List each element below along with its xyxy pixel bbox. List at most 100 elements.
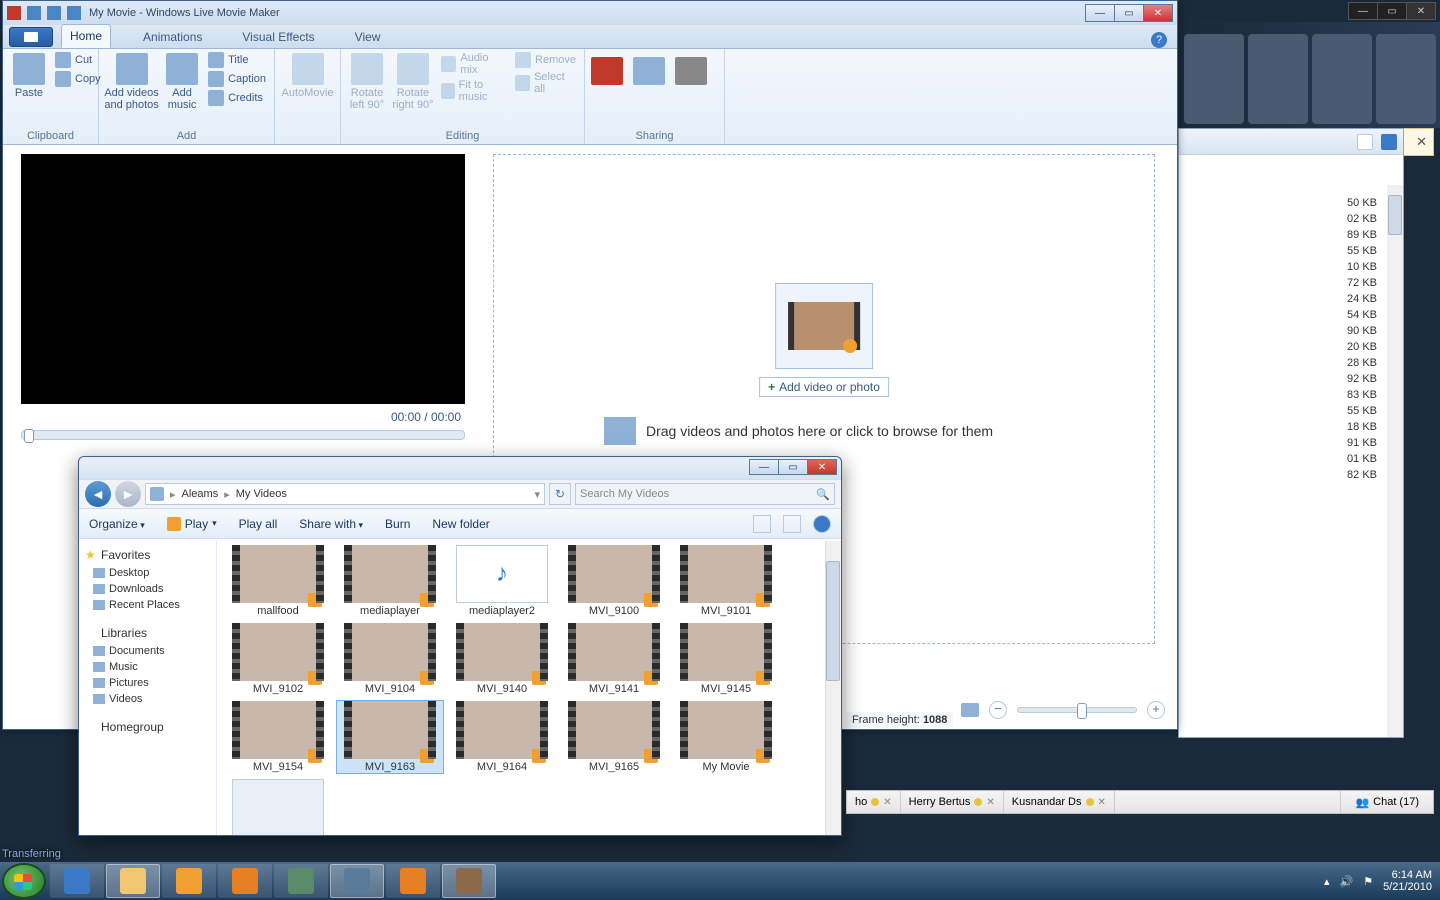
taskbar-explorer-button[interactable] (106, 864, 160, 898)
tab-visual-effects[interactable]: Visual Effects (234, 26, 322, 48)
chat-tab-close-icon[interactable]: ✕ (986, 797, 994, 808)
taskbar-vlc-button[interactable] (386, 864, 440, 898)
share-with-menu[interactable]: Share with (299, 517, 363, 531)
bg-file-row[interactable]: 01 KB (1179, 451, 1403, 467)
chat-panel-toggle[interactable]: 👥Chat (17) (1340, 791, 1433, 813)
chat-tab-close-icon[interactable]: ✕ (1098, 797, 1106, 808)
tray-flag-icon[interactable]: ⚑ (1363, 875, 1373, 888)
mm-help-button[interactable]: ? (1151, 32, 1167, 48)
bg-file-row[interactable]: 54 KB (1179, 307, 1403, 323)
add-caption-button[interactable]: Caption (206, 70, 268, 88)
mm-maximize-button[interactable]: ▭ (1114, 4, 1144, 22)
chat-tab-close-icon[interactable]: ✕ (883, 797, 891, 808)
sidebar-item-music[interactable]: Music (79, 659, 216, 675)
view-thumbnail-icon[interactable] (961, 703, 979, 717)
file-thumbnail[interactable]: MVI_9141 (561, 623, 667, 695)
burn-button[interactable]: Burn (385, 517, 410, 531)
sidebar-favorites-header[interactable]: Favorites (79, 545, 216, 565)
sidebar-item-videos[interactable]: Videos (79, 691, 216, 707)
file-thumbnail[interactable]: MVI_9102 (225, 623, 331, 695)
breadcrumb-item[interactable]: My Videos (236, 488, 287, 500)
preview-scrubber[interactable] (21, 430, 465, 440)
explorer-help-button[interactable] (813, 515, 831, 533)
search-input[interactable]: Search My Videos 🔍 (575, 483, 835, 505)
share-screen-icon[interactable] (633, 57, 665, 85)
new-folder-button[interactable]: New folder (432, 517, 489, 531)
bg-file-row[interactable]: 55 KB (1179, 243, 1403, 259)
qat-save-icon[interactable] (27, 6, 41, 20)
bg-file-row[interactable]: 10 KB (1179, 259, 1403, 275)
bg-file-row[interactable]: 89 KB (1179, 227, 1403, 243)
sidebar-item-pictures[interactable]: Pictures (79, 675, 216, 691)
preview-pane-button[interactable] (783, 515, 801, 533)
taskbar-app5-button[interactable] (274, 864, 328, 898)
bg-file-row[interactable]: 18 KB (1179, 419, 1403, 435)
zoom-slider[interactable] (1017, 707, 1137, 713)
share-youtube-icon[interactable] (591, 57, 623, 85)
bg-file-row[interactable]: 02 KB (1179, 211, 1403, 227)
mm-titlebar[interactable]: My Movie - Windows Live Movie Maker — ▭ … (3, 1, 1177, 25)
chat-tab[interactable]: Herry Bertus ✕ (901, 791, 1004, 813)
add-title-button[interactable]: Title (206, 51, 268, 69)
file-thumbnail[interactable]: MVI_9101 (673, 545, 779, 617)
file-thumbnail[interactable]: My Movie (673, 701, 779, 773)
file-thumbnail[interactable]: mediaplayer (337, 545, 443, 617)
zoom-in-button[interactable]: + (1147, 701, 1165, 719)
bg-file-row[interactable]: 90 KB (1179, 323, 1403, 339)
add-credits-button[interactable]: Credits (206, 89, 268, 107)
add-music-button[interactable]: Add music (162, 51, 202, 113)
tab-animations[interactable]: Animations (135, 26, 210, 48)
file-thumbnail[interactable] (225, 779, 331, 835)
sidebar-homegroup-header[interactable]: Homegroup (79, 717, 216, 737)
outer-close-button[interactable]: ✕ (1406, 2, 1436, 20)
add-video-photo-tooltip[interactable]: +Add video or photo (759, 377, 889, 397)
ex-maximize-button[interactable]: ▭ (778, 459, 808, 475)
sidebar-item-desktop[interactable]: Desktop (79, 565, 216, 581)
infobar-close-icon[interactable]: ✕ (1416, 134, 1427, 150)
file-thumbnail[interactable]: MVI_9145 (673, 623, 779, 695)
taskbar-ie-button[interactable] (50, 864, 104, 898)
bg-file-row[interactable]: 28 KB (1179, 355, 1403, 371)
outer-minimize-button[interactable]: — (1348, 2, 1378, 20)
bg-file-row[interactable]: 20 KB (1179, 339, 1403, 355)
view-mode-button[interactable] (753, 515, 771, 533)
file-thumbnail[interactable]: mallfood (225, 545, 331, 617)
bg-file-row[interactable]: 83 KB (1179, 387, 1403, 403)
share-dvd-icon[interactable] (675, 57, 707, 85)
breadcrumb[interactable]: ▸ Aleams ▸ My Videos ▾ (145, 483, 545, 505)
bg-help-icon[interactable] (1381, 134, 1397, 150)
tray-arrow-icon[interactable]: ▴ (1324, 875, 1330, 888)
chat-tab[interactable]: Kusnandar Ds ✕ (1004, 791, 1115, 813)
file-thumbnail[interactable]: ♪mediaplayer2 (449, 545, 555, 617)
bg-file-row[interactable]: 92 KB (1179, 371, 1403, 387)
bg-file-row[interactable]: 82 KB (1179, 467, 1403, 483)
bg-view-icon[interactable] (1357, 134, 1373, 150)
tab-home[interactable]: Home (61, 24, 111, 48)
explorer-titlebar[interactable]: — ▭ ✕ (79, 457, 841, 479)
taskbar-wmp-button[interactable] (162, 864, 216, 898)
outer-maximize-button[interactable]: ▭ (1377, 2, 1407, 20)
taskbar-app6-button[interactable] (330, 864, 384, 898)
play-all-button[interactable]: Play all (239, 517, 278, 531)
cut-button[interactable]: Cut (53, 51, 103, 69)
add-videos-photos-button[interactable]: Add videos and photos (105, 51, 158, 113)
taskbar-moviemaker-button[interactable] (442, 864, 496, 898)
bg-file-row[interactable]: 50 KB (1179, 195, 1403, 211)
sidebar-libraries-header[interactable]: Libraries (79, 623, 216, 643)
file-thumbnail[interactable]: MVI_9165 (561, 701, 667, 773)
taskbar-firefox-button[interactable] (218, 864, 272, 898)
file-thumbnail[interactable]: MVI_9100 (561, 545, 667, 617)
file-thumbnail[interactable]: MVI_9154 (225, 701, 331, 773)
breadcrumb-item[interactable]: Aleams (182, 488, 219, 500)
ex-close-button[interactable]: ✕ (807, 459, 837, 475)
sidebar-item-downloads[interactable]: Downloads (79, 581, 216, 597)
file-thumbnail[interactable]: MVI_9140 (449, 623, 555, 695)
sidebar-item-documents[interactable]: Documents (79, 643, 216, 659)
refresh-button[interactable]: ↻ (549, 483, 571, 505)
tab-view[interactable]: View (347, 26, 389, 48)
explorer-scrollbar[interactable] (825, 541, 841, 835)
start-button[interactable] (2, 863, 46, 899)
file-thumbnail[interactable]: MVI_9163 (337, 701, 443, 773)
nav-back-button[interactable]: ◄ (85, 481, 111, 507)
bg-file-row[interactable]: 24 KB (1179, 291, 1403, 307)
